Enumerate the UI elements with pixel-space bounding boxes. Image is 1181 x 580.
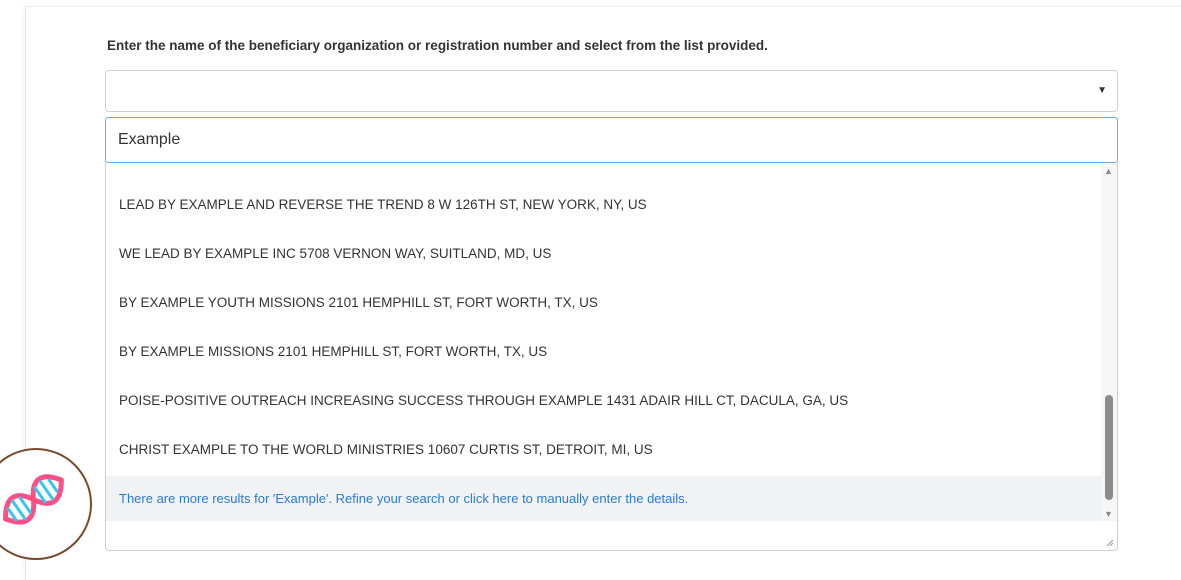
resize-grip-icon[interactable] bbox=[1106, 539, 1114, 547]
field-instruction: Enter the name of the beneficiary organi… bbox=[107, 38, 768, 53]
result-item[interactable]: WE LEAD BY EXAMPLE INC 5708 VERNON WAY, … bbox=[106, 229, 1096, 278]
result-item[interactable]: LEAD BY EXAMPLE AND REVERSE THE TREND 8 … bbox=[106, 180, 1096, 229]
result-item[interactable]: CHRIST EXAMPLE TO THE WORLD MINISTRIES 1… bbox=[106, 425, 1096, 474]
result-item[interactable]: BY EXAMPLE MISSIONS 2101 HEMPHILL ST, FO… bbox=[106, 327, 1096, 376]
result-item[interactable]: POISE-POSITIVE OUTREACH INCREASING SUCCE… bbox=[106, 376, 1096, 425]
beneficiary-select[interactable]: ▼ bbox=[105, 70, 1118, 112]
scroll-down-icon[interactable]: ▼ bbox=[1104, 509, 1113, 519]
result-item[interactable]: BY EXAMPLE YOUTH MISSIONS 2101 HEMPHILL … bbox=[106, 278, 1096, 327]
scroll-up-icon[interactable]: ▲ bbox=[1104, 166, 1113, 176]
more-results-link[interactable]: There are more results for 'Example'. Re… bbox=[106, 476, 1101, 521]
results-scrollbar[interactable]: ▲ ▼ bbox=[1101, 163, 1117, 521]
results-list: LEAD BY EXAMPLE AND REVERSE THE TREND 8 … bbox=[105, 163, 1118, 521]
caret-down-icon[interactable]: ▼ bbox=[1097, 85, 1107, 96]
search-input[interactable] bbox=[105, 117, 1118, 163]
scroll-thumb[interactable] bbox=[1105, 395, 1113, 500]
details-textarea[interactable] bbox=[105, 521, 1118, 551]
